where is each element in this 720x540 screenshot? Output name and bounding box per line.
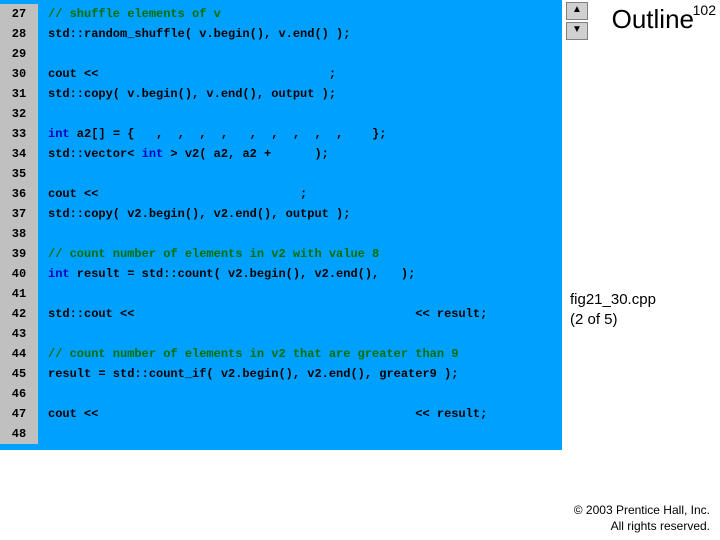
arrow-up-icon[interactable]: ▲ — [566, 2, 588, 20]
line-number: 33 — [0, 124, 38, 144]
line-number: 45 — [0, 364, 38, 384]
line-number: 46 — [0, 384, 38, 404]
line-number: 36 — [0, 184, 38, 204]
copyright-line2: All rights reserved. — [611, 519, 710, 533]
figure-part: (2 of 5) — [570, 311, 618, 328]
line-number: 44 — [0, 344, 38, 364]
line-number: 29 — [0, 44, 38, 64]
code-row: 36 cout << ; — [0, 184, 562, 204]
line-number: 27 — [0, 4, 38, 24]
line-number: 41 — [0, 284, 38, 304]
code-row: 37 std::copy( v2.begin(), v2.end(), outpu… — [0, 204, 562, 224]
code-line: cout << ; — [48, 64, 336, 84]
line-number: 30 — [0, 64, 38, 84]
line-number: 35 — [0, 164, 38, 184]
line-number: 28 — [0, 24, 38, 44]
code-line: std::vector< int > v2( a2, a2 + ); — [48, 144, 329, 164]
code-line: int result = std::count( v2.begin(), v2.… — [48, 264, 415, 284]
page-number: 102 — [693, 2, 716, 18]
code-row: 32 — [0, 104, 562, 124]
code-line: std::copy( v2.begin(), v2.end(), output … — [48, 204, 350, 224]
code-row: 39 // count number of elements in v2 with… — [0, 244, 562, 264]
code-row: 34 std::vector< int > v2( a2, a2 + ); — [0, 144, 562, 164]
code-line: int a2[] = { , , , , , , , , , }; — [48, 124, 386, 144]
code-line: std::random_shuffle( v.begin(), v.end() … — [48, 24, 350, 44]
line-number: 32 — [0, 104, 38, 124]
code-line: // shuffle elements of v — [48, 4, 221, 24]
code-row: 31 std::copy( v.begin(), v.end(), output … — [0, 84, 562, 104]
code-line: result = std::count_if( v2.begin(), v2.e… — [48, 364, 458, 384]
line-number: 34 — [0, 144, 38, 164]
code-row: 42 std::cout << << result; — [0, 304, 562, 324]
code-line: // count number of elements in v2 with v… — [48, 244, 379, 264]
code-block: 27 // shuffle elements of v28 std::random_… — [0, 0, 562, 450]
code-line: std::cout << << result; — [48, 304, 487, 324]
code-line: // count number of elements in v2 that a… — [48, 344, 458, 364]
code-row: 48 — [0, 424, 562, 444]
copyright: © 2003 Prentice Hall, Inc. All rights re… — [574, 502, 710, 534]
outline-title: Outline — [612, 4, 694, 35]
code-line: std::copy( v.begin(), v.end(), output ); — [48, 84, 336, 104]
copyright-line1: © 2003 Prentice Hall, Inc. — [574, 503, 710, 517]
line-number: 43 — [0, 324, 38, 344]
figure-name: fig21_30.cpp — [570, 291, 656, 308]
line-number: 39 — [0, 244, 38, 264]
slide: 27 // shuffle elements of v28 std::random_… — [0, 0, 720, 540]
line-number: 42 — [0, 304, 38, 324]
code-row: 38 — [0, 224, 562, 244]
code-row: 40 int result = std::count( v2.begin(), v… — [0, 264, 562, 284]
code-row: 43 — [0, 324, 562, 344]
code-row: 45 result = std::count_if( v2.begin(), v2… — [0, 364, 562, 384]
line-number: 48 — [0, 424, 38, 444]
code-row: 46 — [0, 384, 562, 404]
code-row: 41 — [0, 284, 562, 304]
line-number: 47 — [0, 404, 38, 424]
line-number: 40 — [0, 264, 38, 284]
code-row: 27 // shuffle elements of v — [0, 4, 562, 24]
code-line: cout << ; — [48, 184, 307, 204]
code-row: 29 — [0, 44, 562, 64]
code-row: 47 cout << << result; — [0, 404, 562, 424]
line-number: 38 — [0, 224, 38, 244]
code-row: 35 — [0, 164, 562, 184]
code-line: cout << << result; — [48, 404, 487, 424]
arrow-down-icon[interactable]: ▼ — [566, 22, 588, 40]
code-row: 44 // count number of elements in v2 that… — [0, 344, 562, 364]
figure-label: fig21_30.cpp (2 of 5) — [570, 290, 656, 330]
code-row: 30 cout << ; — [0, 64, 562, 84]
line-number: 37 — [0, 204, 38, 224]
code-row: 28 std::random_shuffle( v.begin(), v.end(… — [0, 24, 562, 44]
code-row: 33 int a2[] = { , , , , , , , , , }; — [0, 124, 562, 144]
line-number: 31 — [0, 84, 38, 104]
